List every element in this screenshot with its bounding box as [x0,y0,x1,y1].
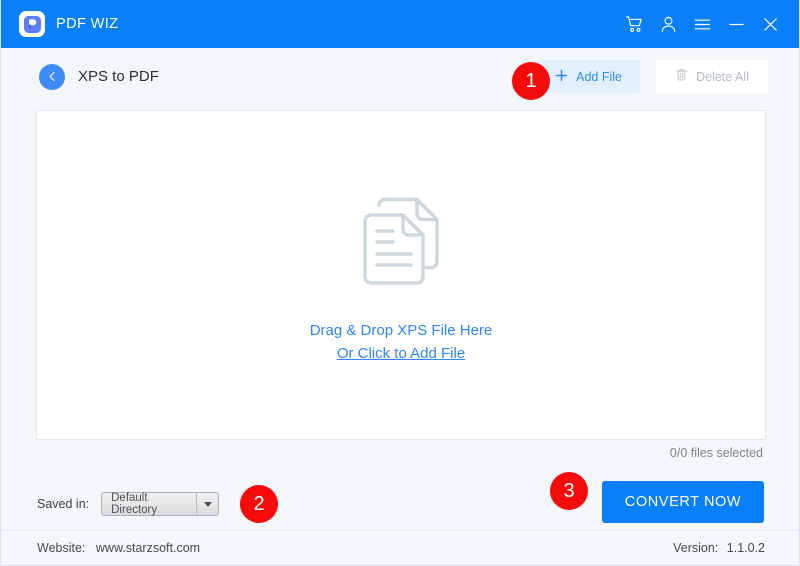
chevron-down-icon [196,493,218,515]
convert-now-button[interactable]: CONVERT NOW [602,481,764,523]
website-value[interactable]: www.starzsoft.com [96,541,200,555]
trash-icon [675,68,688,85]
footer: Website: www.starzsoft.com Version: 1.1.… [1,530,799,565]
toolbar-actions: Add File Delete All [537,60,768,93]
footer-version: Version: 1.1.0.2 [673,541,765,555]
step-badge-3: 3 [550,472,588,510]
page-title: XPS to PDF [78,68,159,85]
add-file-label: Add File [576,69,622,84]
toolbar: XPS to PDF Add File Delete All [1,48,799,105]
drop-zone-add-file-link[interactable]: Or Click to Add File [337,345,465,362]
close-icon[interactable] [753,7,787,41]
website-label: Website: [37,541,86,555]
cart-icon[interactable] [617,7,651,41]
menu-icon[interactable] [685,7,719,41]
step-badge-1: 1 [512,62,550,100]
app-window: PDF WIZ XPS to PDF Add File Delete All D… [0,0,800,566]
add-file-button[interactable]: Add File [537,60,640,93]
footer-website: Website: www.starzsoft.com [37,541,200,555]
saved-in-label: Saved in: [37,497,90,511]
brand: PDF WIZ [19,11,118,37]
step-badge-2: 2 [240,485,278,523]
brand-name: PDF WIZ [56,16,119,32]
titlebar: PDF WIZ [1,0,799,48]
delete-all-button[interactable]: Delete All [656,60,768,93]
user-icon[interactable] [651,7,685,41]
drop-zone-primary-text: Drag & Drop XPS File Here [309,321,493,339]
back-button[interactable] [39,63,65,90]
output-directory-value: Default Directory [111,492,158,516]
delete-all-label: Delete All [696,69,749,84]
minimize-icon[interactable] [719,7,753,41]
version-label: Version: [673,541,719,555]
version-value: 1.1.0.2 [726,541,765,555]
drop-zone[interactable]: Drag & Drop XPS File Here Or Click to Ad… [36,110,766,440]
documents-icon [349,189,453,294]
files-selected-status: 0/0 files selected [669,446,763,460]
plus-icon [555,69,568,85]
pdfwiz-logo-icon [19,11,45,37]
output-directory-select[interactable]: Default Directory [101,492,220,516]
window-controls [617,7,787,41]
